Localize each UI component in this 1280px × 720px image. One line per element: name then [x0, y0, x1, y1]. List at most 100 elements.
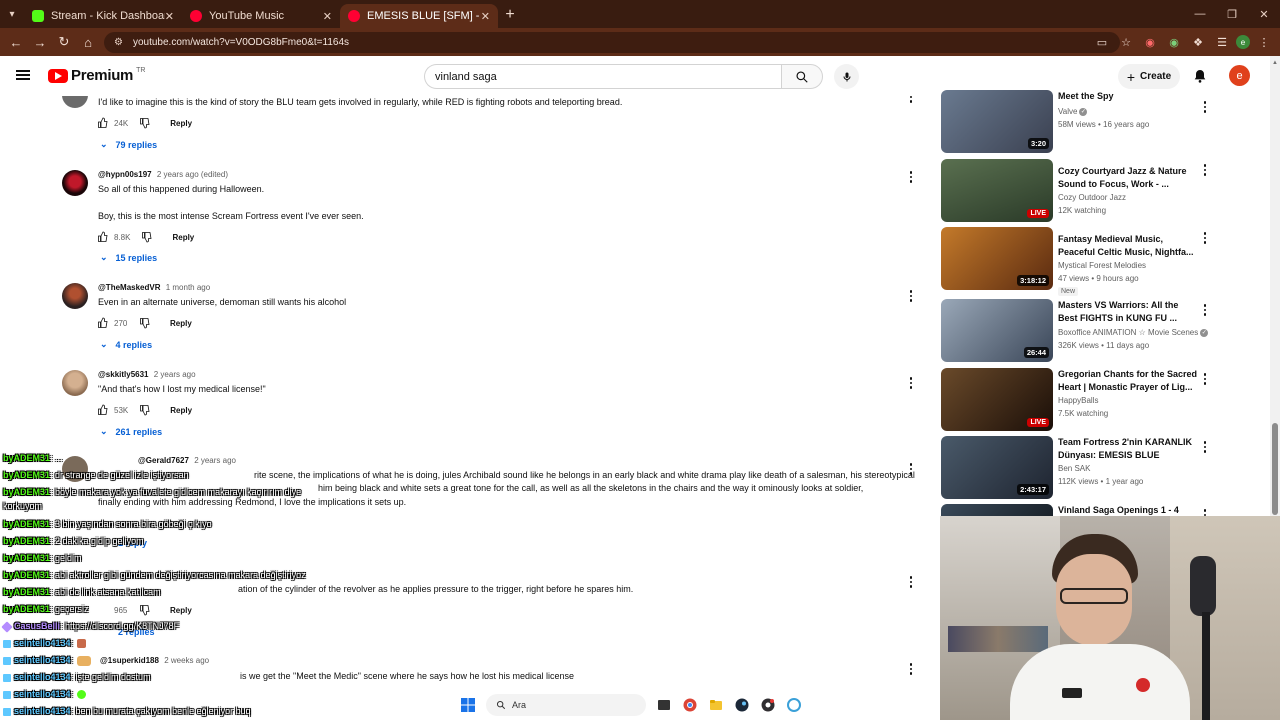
- search-input[interactable]: vinland saga: [424, 64, 782, 89]
- view-replies-button[interactable]: ⌄ 261 replies: [100, 426, 162, 437]
- video-menu-icon[interactable]: [1202, 231, 1208, 245]
- channel-name[interactable]: HappyBalls: [1058, 396, 1098, 405]
- tab-search-chevron-icon[interactable]: ▾: [0, 0, 24, 28]
- tab-emesis-blue[interactable]: EMESIS BLUE [SFM] - YouTube ✕: [340, 4, 498, 28]
- channel-name[interactable]: Valve ✓: [1058, 107, 1088, 116]
- close-icon[interactable]: ✕: [323, 10, 332, 23]
- dislike-icon[interactable]: [140, 230, 154, 244]
- forward-arrow-icon[interactable]: →: [28, 28, 52, 56]
- commenter-avatar[interactable]: [62, 370, 88, 396]
- install-app-icon[interactable]: ▭: [1092, 32, 1112, 52]
- video-thumbnail[interactable]: 2:43:17: [941, 436, 1053, 499]
- dislike-icon[interactable]: [138, 316, 152, 330]
- comment-menu-icon[interactable]: [908, 96, 914, 104]
- bookmark-star-icon[interactable]: ☆: [1116, 32, 1136, 52]
- dislike-icon[interactable]: [138, 116, 152, 130]
- channel-name[interactable]: Boxoffice ANIMATION ☆ Movie Scenes ✓: [1058, 328, 1209, 337]
- channel-name[interactable]: Ben SAK: [1058, 464, 1090, 473]
- video-thumbnail[interactable]: 3:18:12: [941, 227, 1053, 290]
- channel-name[interactable]: Cozy Outdoor Jazz: [1058, 193, 1126, 202]
- commenter-avatar[interactable]: [62, 96, 88, 108]
- reload-icon[interactable]: ↻: [52, 28, 76, 56]
- video-thumbnail[interactable]: LIVE: [941, 368, 1053, 431]
- reply-button[interactable]: Reply: [170, 406, 192, 415]
- guide-menu-icon[interactable]: [16, 68, 30, 82]
- close-icon[interactable]: ✕: [481, 10, 490, 23]
- scroll-up-arrow-icon[interactable]: ▲: [1271, 60, 1279, 66]
- browser-profile-avatar[interactable]: e: [1236, 35, 1250, 49]
- video-menu-icon[interactable]: [1202, 100, 1208, 114]
- steam-icon[interactable]: [734, 697, 750, 713]
- extension-green-icon[interactable]: ◉: [1164, 32, 1184, 52]
- video-thumbnail[interactable]: 26:44: [941, 299, 1053, 362]
- youtube-premium-logo[interactable]: Premium TR: [48, 67, 145, 84]
- back-arrow-icon[interactable]: ←: [4, 28, 28, 56]
- scrollbar-thumb[interactable]: [1272, 423, 1278, 515]
- close-icon[interactable]: ✕: [165, 10, 174, 23]
- comment-timestamp[interactable]: 2 years ago (edited): [157, 170, 228, 179]
- comment-menu-icon[interactable]: [908, 289, 914, 303]
- minimize-icon[interactable]: —: [1184, 0, 1216, 28]
- maximize-icon[interactable]: ❐: [1216, 0, 1248, 28]
- like-icon[interactable]: [96, 230, 110, 244]
- home-icon[interactable]: ⌂: [76, 28, 100, 56]
- task-view-icon[interactable]: [656, 697, 672, 713]
- comment-author[interactable]: @skkitly5631: [98, 370, 149, 379]
- voice-search-button[interactable]: [834, 64, 859, 89]
- view-replies-button[interactable]: ⌄ 15 replies: [100, 252, 157, 263]
- like-icon[interactable]: [96, 316, 110, 330]
- video-title[interactable]: Team Fortress 2'nin KARANLIK Dünyası: EM…: [1058, 436, 1198, 462]
- comment-menu-icon[interactable]: [908, 376, 914, 390]
- create-button[interactable]: + Create: [1118, 64, 1180, 89]
- comment-author[interactable]: @hypn00s197: [98, 170, 152, 179]
- file-explorer-icon[interactable]: [708, 697, 724, 713]
- reading-list-icon[interactable]: ☰: [1212, 32, 1232, 52]
- video-title[interactable]: Fantasy Medieval Music, Peaceful Celtic …: [1058, 233, 1198, 259]
- dislike-icon[interactable]: [138, 403, 152, 417]
- video-menu-icon[interactable]: [1202, 440, 1208, 454]
- channel-name[interactable]: Mystical Forest Melodies: [1058, 261, 1146, 270]
- address-bar[interactable]: ⚙ youtube.com/watch?v=V0ODG8bFme0&t=1164…: [104, 32, 1120, 53]
- video-title[interactable]: Meet the Spy: [1058, 90, 1198, 103]
- video-thumbnail[interactable]: 3:20: [941, 90, 1053, 153]
- search-button[interactable]: [781, 64, 823, 89]
- window-close-icon[interactable]: ✕: [1248, 0, 1280, 28]
- comment-menu-icon[interactable]: [908, 170, 914, 184]
- view-replies-button[interactable]: ⌄ 79 replies: [100, 139, 157, 150]
- video-title[interactable]: Cozy Courtyard Jazz & Nature Sound to Fo…: [1058, 165, 1198, 191]
- video-thumbnail[interactable]: [941, 504, 1053, 516]
- comment-timestamp[interactable]: 1 month ago: [166, 283, 210, 292]
- new-tab-plus-icon[interactable]: +: [498, 6, 522, 24]
- app-icon[interactable]: [786, 697, 802, 713]
- comment-author[interactable]: @TheMaskedVR: [98, 283, 160, 292]
- extensions-puzzle-icon[interactable]: ❖: [1188, 32, 1208, 52]
- video-menu-icon[interactable]: [1202, 163, 1208, 177]
- notifications-bell-icon[interactable]: [1192, 68, 1208, 84]
- comment-menu-icon[interactable]: [908, 462, 914, 476]
- like-icon[interactable]: [96, 403, 110, 417]
- comment-menu-icon[interactable]: [908, 662, 914, 676]
- extension-red-icon[interactable]: ◉: [1140, 32, 1160, 52]
- obs-icon[interactable]: [760, 697, 776, 713]
- tab-youtube-music[interactable]: YouTube Music ✕: [182, 4, 340, 28]
- browser-menu-icon[interactable]: ⋮: [1254, 32, 1274, 52]
- video-menu-icon[interactable]: [1202, 303, 1208, 317]
- video-menu-icon[interactable]: [1202, 372, 1208, 386]
- taskbar-search[interactable]: Ara: [486, 694, 646, 716]
- video-thumbnail[interactable]: LIVE: [941, 159, 1053, 222]
- windows-start-icon[interactable]: [460, 697, 476, 713]
- comment-menu-icon[interactable]: [908, 575, 914, 589]
- comment-timestamp[interactable]: 2 years ago: [154, 370, 196, 379]
- reply-button[interactable]: Reply: [172, 233, 194, 242]
- commenter-avatar[interactable]: [62, 283, 88, 309]
- video-title[interactable]: Gregorian Chants for the Sacred Heart | …: [1058, 368, 1198, 394]
- account-avatar[interactable]: e: [1229, 65, 1250, 86]
- reply-button[interactable]: Reply: [170, 119, 192, 128]
- commenter-avatar[interactable]: [62, 170, 88, 196]
- view-replies-button[interactable]: ⌄ 4 replies: [100, 339, 152, 350]
- reply-button[interactable]: Reply: [170, 319, 192, 328]
- chrome-icon[interactable]: [682, 697, 698, 713]
- site-info-icon[interactable]: ⚙: [114, 37, 123, 48]
- video-title[interactable]: Masters VS Warriors: All the Best FIGHTS…: [1058, 299, 1198, 325]
- like-icon[interactable]: [96, 116, 110, 130]
